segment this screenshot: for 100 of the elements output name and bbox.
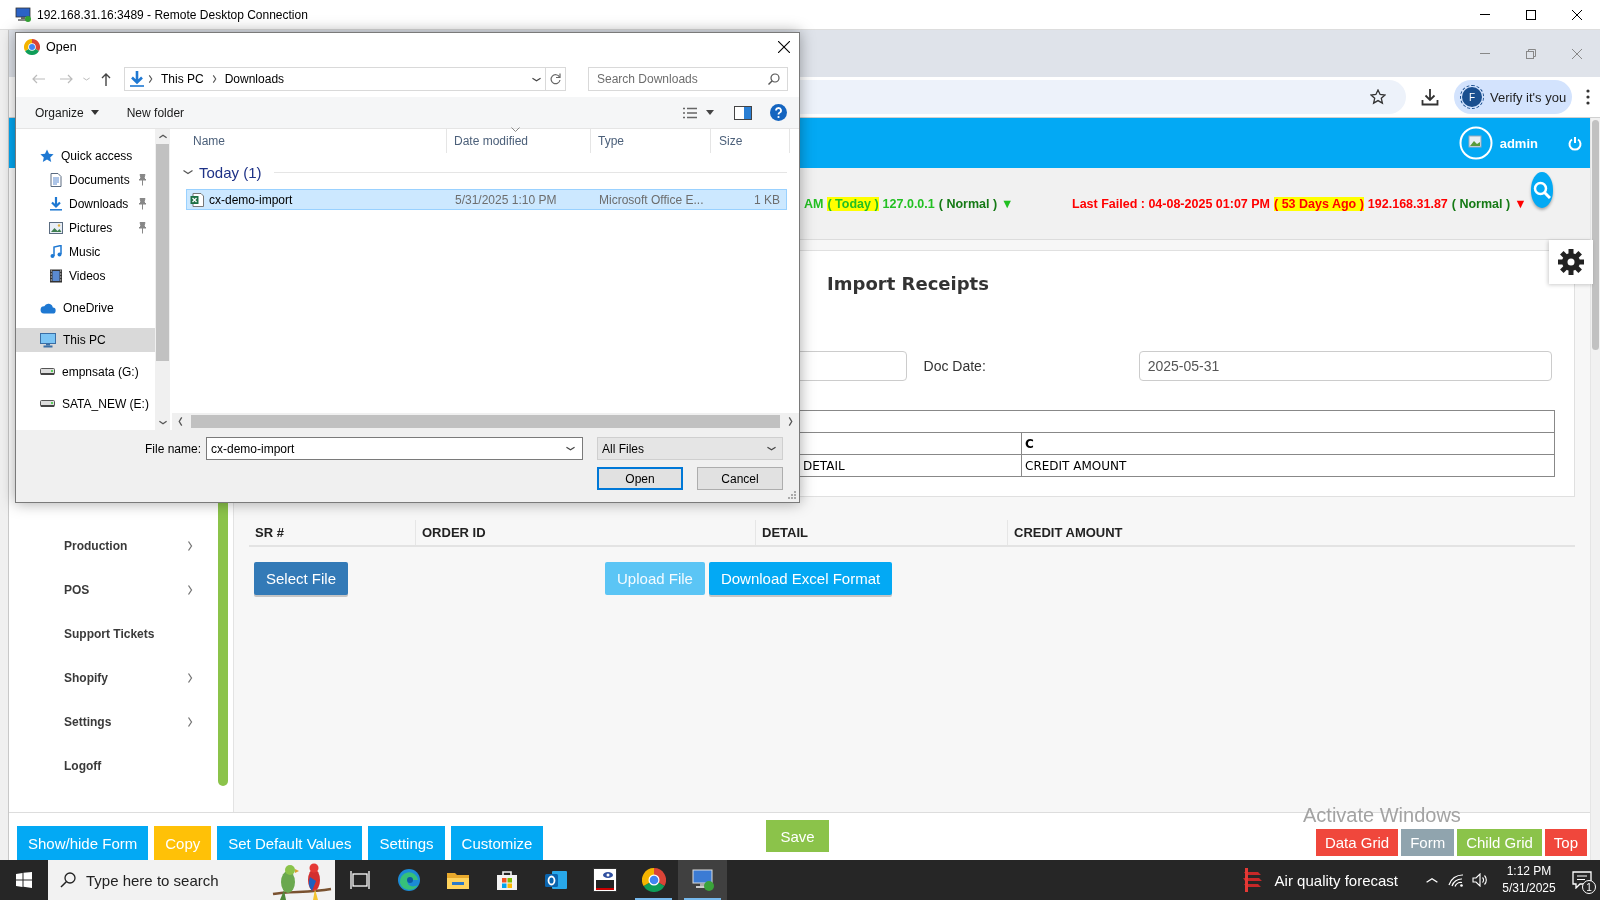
activation-notice: Activate Windows	[1303, 804, 1461, 827]
browser-icon	[396, 868, 421, 892]
download-icon	[49, 197, 63, 211]
chevron-icon	[788, 417, 793, 426]
refresh-icon	[550, 73, 561, 85]
power-button[interactable]	[1568, 135, 1582, 151]
computer-icon	[40, 332, 56, 348]
document-icon	[49, 173, 63, 187]
nav-item[interactable]: Documents	[16, 168, 155, 192]
chevron-icon	[158, 420, 167, 425]
power-icon	[1568, 135, 1582, 151]
sidebar-item[interactable]: Production	[9, 524, 216, 568]
scrollbar[interactable]	[155, 129, 170, 430]
dialog-title: Open	[46, 40, 77, 54]
profile-button[interactable]: F Verify it's you	[1454, 80, 1572, 114]
search-field[interactable]: Search Downloads	[588, 67, 788, 91]
windows-logo-icon	[16, 872, 32, 888]
pin-icon	[137, 198, 147, 210]
column-header: CREDIT AMOUNT	[1007, 520, 1575, 545]
chevron-icon	[148, 75, 153, 83]
dialog-button[interactable]: Cancel	[697, 467, 783, 490]
music-note-icon	[49, 245, 63, 259]
scrollbar[interactable]	[172, 413, 799, 430]
search-icon	[768, 73, 780, 85]
arrow-left-icon	[31, 74, 45, 84]
restore-icon	[1526, 48, 1536, 59]
chevron-icon	[187, 585, 193, 595]
search-field[interactable]: Type here to search	[86, 871, 246, 889]
chevron-icon	[187, 717, 193, 727]
nav-item[interactable]: OneDrive	[16, 296, 155, 320]
command-button[interactable]: Organize	[35, 100, 99, 125]
chevron-icon	[82, 77, 90, 81]
view-button[interactable]	[682, 106, 714, 119]
chevron-icon	[187, 673, 193, 683]
film-icon	[49, 269, 63, 283]
nav-item[interactable]: Videos	[16, 264, 155, 288]
column-header[interactable]: Type	[591, 129, 711, 153]
file-name-field[interactable]: cx-demo-import	[206, 437, 583, 460]
column-header[interactable]: Name	[172, 129, 447, 153]
date-field[interactable]: 2025-05-31	[1138, 351, 1552, 381]
arrow-up-icon	[101, 72, 111, 86]
nav-item[interactable]: Pictures	[16, 216, 155, 240]
breadcrumb[interactable]: Downloads	[219, 72, 290, 86]
sidebar-item[interactable]: Support Tickets	[9, 612, 216, 656]
search-icon	[1532, 181, 1551, 199]
settings-button[interactable]	[1549, 240, 1593, 284]
nav-item[interactable]: empnsata (G:)	[16, 360, 155, 384]
notification-badge: 1	[1582, 880, 1596, 894]
help-button[interactable]	[770, 104, 787, 121]
mail-icon	[543, 869, 568, 891]
minimize-icon	[1480, 14, 1490, 15]
spreadsheet-icon	[190, 192, 204, 207]
nav-item[interactable]: SATA_NEW (E:)	[16, 392, 155, 416]
column-header: ORDER ID	[415, 520, 755, 545]
star-icon	[40, 149, 54, 163]
group-header[interactable]: Today (1)	[199, 163, 262, 181]
file-name: cx-demo-import	[209, 192, 293, 207]
chevron-icon	[158, 134, 167, 139]
nav-button[interactable]: Top	[1544, 829, 1587, 856]
address-bar[interactable]: This PC Downloads	[124, 67, 566, 91]
picture-icon	[49, 221, 63, 235]
sidebar-item[interactable]: Shopify	[9, 656, 216, 700]
file-type-dropdown[interactable]: All Files	[597, 437, 783, 460]
weather-button[interactable]: Air quality forecast	[1240, 868, 1398, 892]
file-date: 5/31/2025 1:10 PM	[454, 192, 558, 207]
more-icon	[1586, 89, 1590, 105]
preview-pane-button[interactable]	[734, 105, 752, 120]
drive-icon	[40, 400, 55, 408]
column-header[interactable]: Size	[711, 129, 790, 153]
breadcrumb[interactable]: This PC	[156, 72, 209, 86]
clock-button[interactable]: 1:12 PM 5/31/2025	[1494, 863, 1564, 897]
nav-item[interactable]: Downloads	[16, 192, 155, 216]
volume-icon	[1472, 873, 1488, 887]
sidebar-item[interactable]: Settings	[9, 700, 216, 744]
column-header[interactable]: Date modified	[447, 129, 591, 153]
nav-item[interactable]: Quick access	[16, 144, 155, 168]
file-size: 1 KB	[753, 192, 781, 207]
status-text: ( Normal )	[938, 196, 998, 211]
command-button[interactable]: New folder	[126, 100, 185, 125]
column-header: SR #	[254, 524, 285, 542]
nav-item[interactable]: This PC	[16, 328, 155, 352]
action-button[interactable]: Select File	[254, 562, 349, 595]
dialog-button[interactable]: Open	[597, 467, 683, 490]
list-view-icon	[682, 106, 698, 119]
file-type: Microsoft Office E...	[598, 192, 705, 207]
download-icon	[1421, 88, 1439, 106]
close-icon	[1572, 9, 1582, 20]
search-button[interactable]	[1530, 172, 1553, 208]
status-text: 127.0.0.1	[882, 196, 935, 211]
notification-icon[interactable]	[1572, 871, 1592, 889]
close-icon	[778, 41, 790, 53]
scrollbar[interactable]	[1590, 118, 1600, 860]
computer-icon	[15, 6, 31, 23]
sidebar-item[interactable]: Logoff	[9, 744, 216, 788]
page-title: Import Receipts	[827, 273, 989, 294]
sidebar-item[interactable]: POS	[9, 568, 216, 612]
nav-button[interactable]: Data Grid	[1315, 829, 1399, 856]
file-row[interactable]: cx-demo-import 5/31/2025 1:10 PM Microsoft Office E... 1 KB	[186, 189, 787, 210]
nav-item[interactable]: Music	[16, 240, 155, 264]
table-cell: C	[1021, 432, 1555, 455]
